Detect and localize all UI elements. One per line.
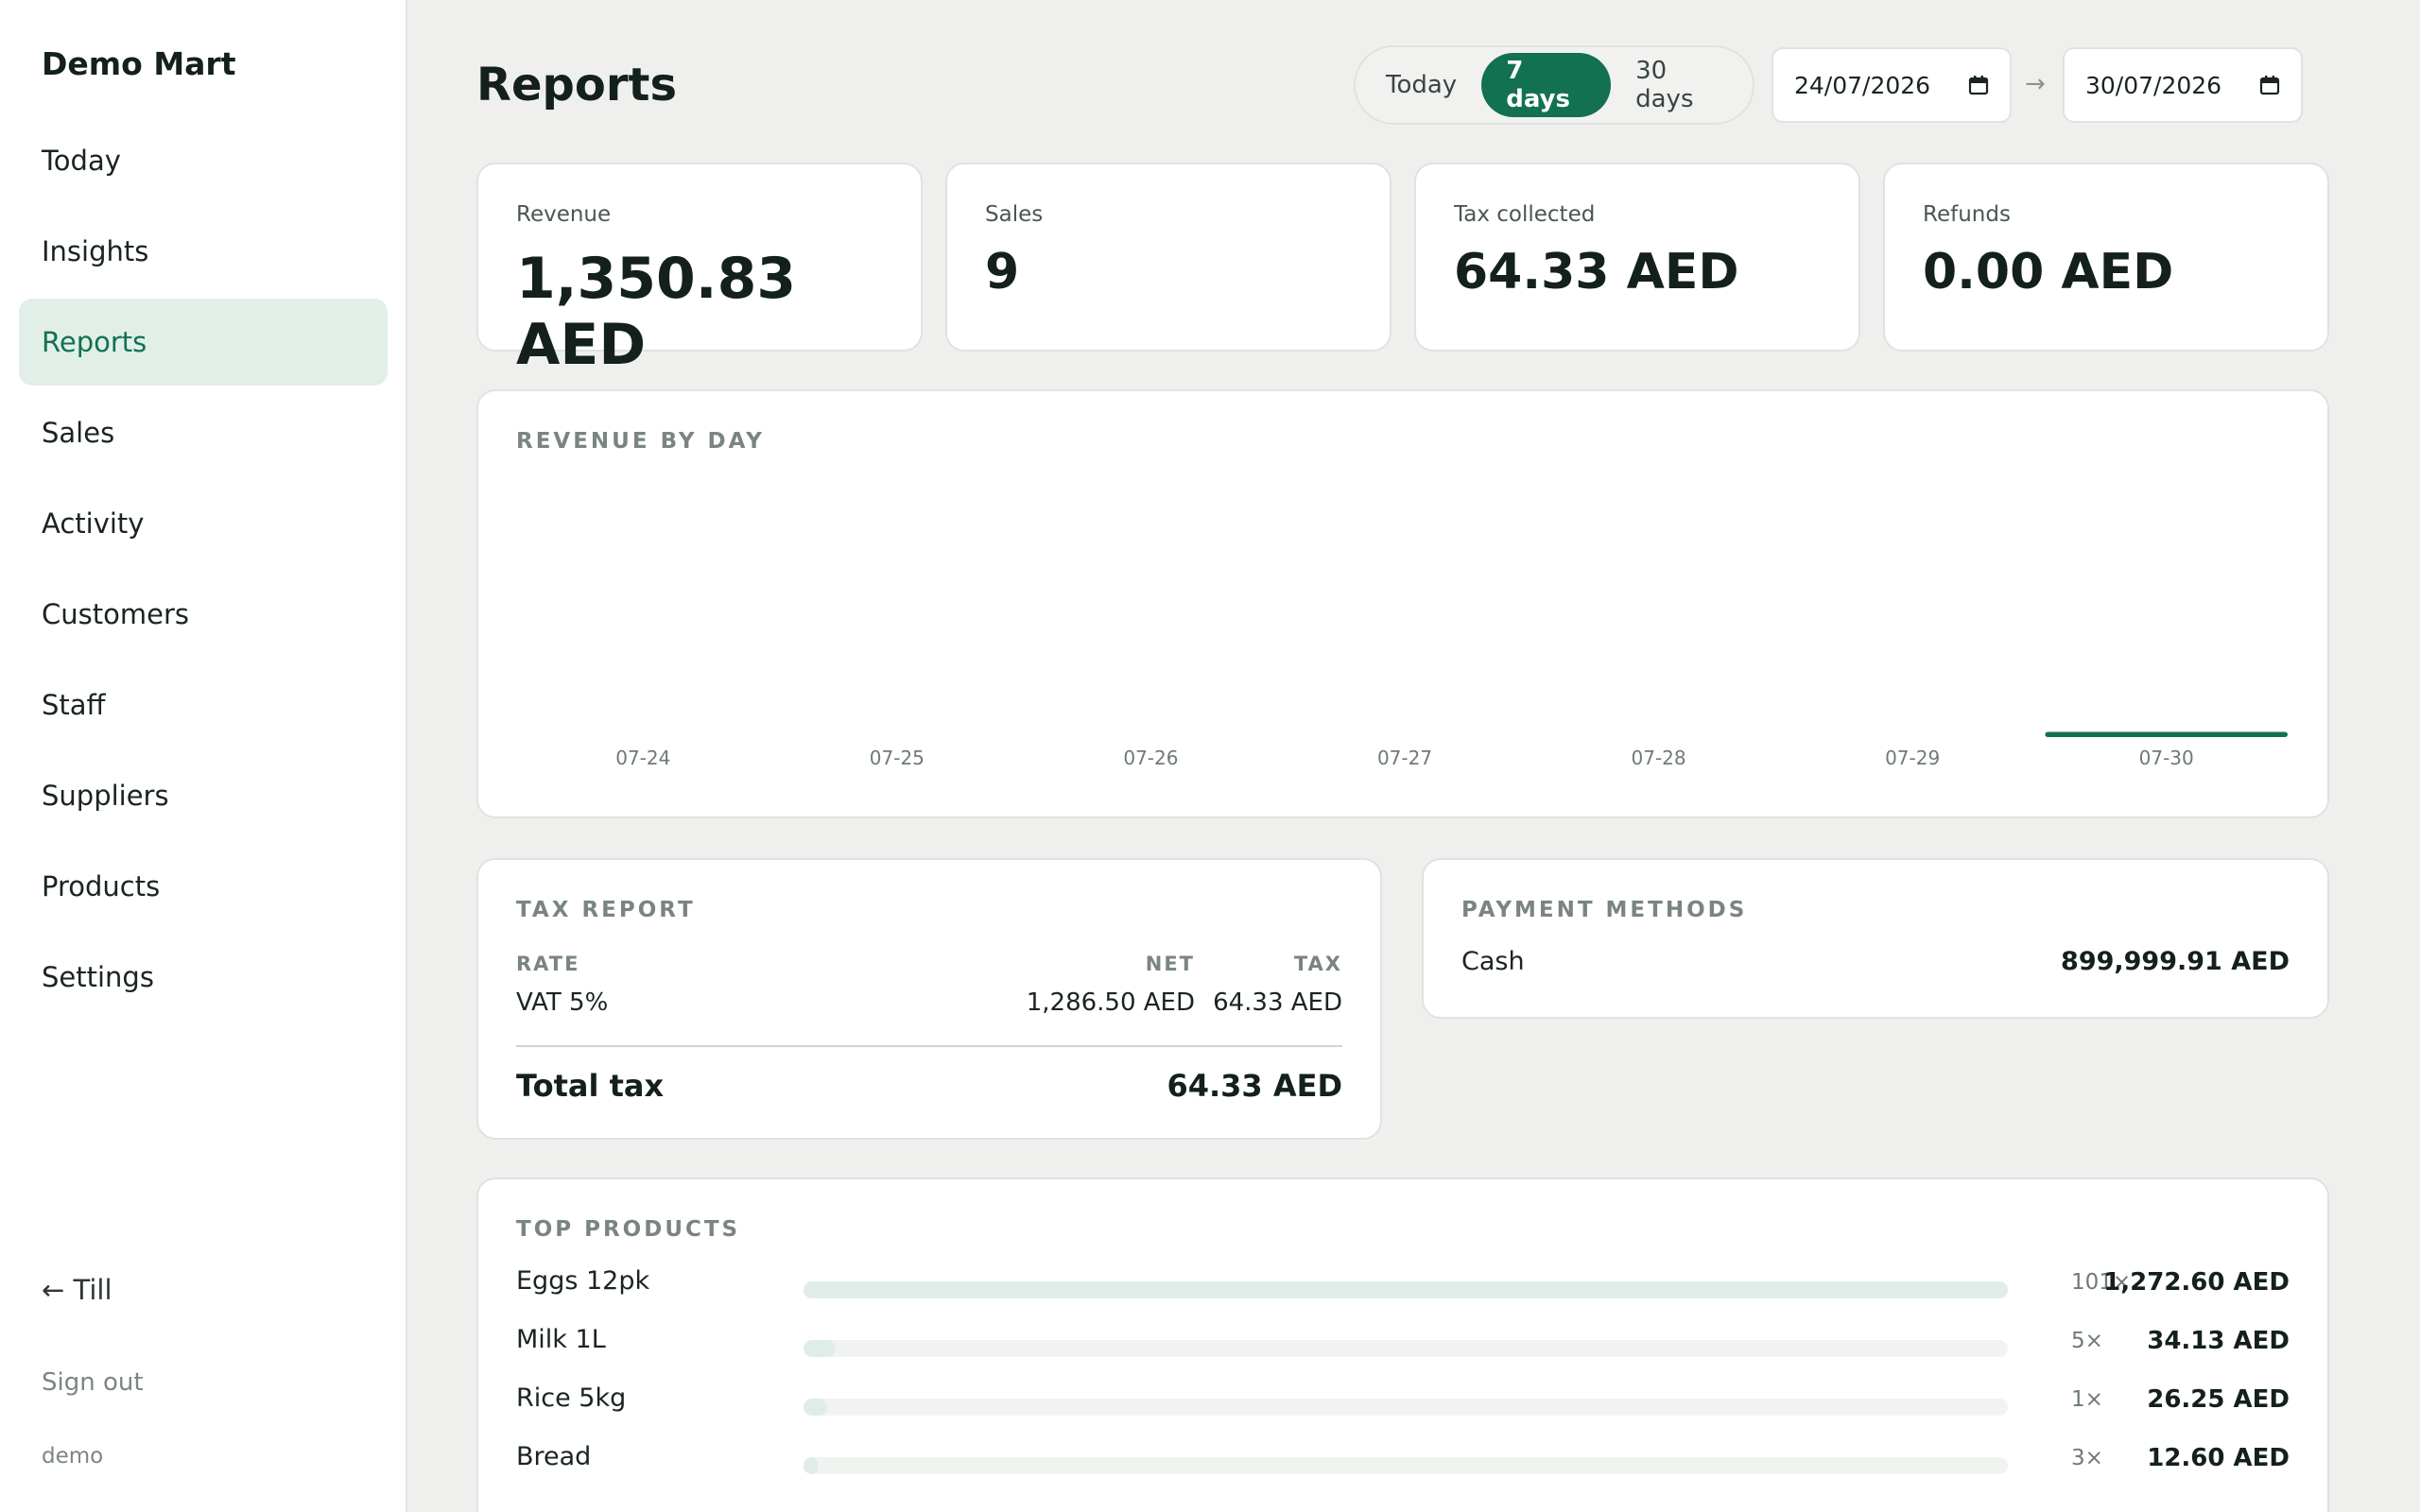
tax-row-net: 1,286.50 AED [1026, 988, 1195, 1017]
product-row: Bread 3× 12.60 AED [516, 1442, 2290, 1480]
product-bar-track [804, 1340, 2008, 1357]
date-to-input[interactable]: 30/07/2026 [2063, 47, 2303, 123]
product-name: Rice 5kg [516, 1383, 627, 1413]
product-name: Bread [516, 1442, 592, 1471]
product-amount: 12.60 AED [2147, 1444, 2290, 1472]
sidebar-item-customers[interactable]: Customers [19, 571, 388, 658]
date-from-value: 24/07/2026 [1794, 71, 1931, 99]
top-products-card: TOP PRODUCTS Eggs 12pk 101× 1,272.60 AED… [476, 1177, 2329, 1512]
tax-header-net: NET [1145, 953, 1195, 975]
sidebar-item-reports[interactable]: Reports [19, 299, 388, 386]
till-link[interactable]: ← Till [42, 1274, 112, 1306]
product-name: Milk 1L [516, 1325, 606, 1354]
date-range-arrow: → [2025, 70, 2046, 98]
tax-total-value: 64.33 AED [1167, 1068, 1342, 1104]
product-bar-track [804, 1399, 2008, 1416]
sidebar-item-products[interactable]: Products [19, 843, 388, 930]
product-row: Milk 1L 5× 34.13 AED [516, 1325, 2290, 1363]
kpi-value: 64.33 AED [1454, 244, 1739, 301]
kpi-card-revenue: Revenue 1,350.83 AED [476, 163, 923, 378]
tax-divider [516, 1045, 1342, 1047]
sidebar-item-today[interactable]: Today [19, 117, 388, 204]
kpi-label: Refunds [1923, 202, 2011, 227]
payment-method-name: Cash [1461, 947, 1525, 976]
revenue-by-day-chart: 07-24 07-25 07-26 07-27 07-28 07-29 07-30 [615, 731, 2288, 769]
sidebar-nav: Today Insights Reports Sales Activity Cu… [19, 117, 388, 1024]
sidebar: Demo Mart Today Insights Reports Sales A… [0, 0, 407, 1512]
product-qty: 5× [2071, 1329, 2103, 1353]
username-label: demo [42, 1444, 104, 1469]
tax-report-card: TAX REPORT RATE NET TAX VAT 5% 1,286.50 … [476, 858, 1382, 1140]
date-from-input[interactable]: 24/07/2026 [1772, 47, 2012, 123]
x-tick-label: 07-25 [870, 747, 925, 769]
product-qty: 1× [2071, 1387, 2103, 1412]
product-bar-fill [804, 1399, 828, 1416]
page-title: Reports [476, 59, 678, 112]
x-tick-label: 07-24 [615, 747, 670, 769]
kpi-value: 0.00 AED [1923, 244, 2174, 301]
brand-name: Demo Mart [42, 45, 236, 82]
tax-total-label: Total tax [516, 1068, 665, 1104]
calendar-icon[interactable] [2259, 75, 2280, 95]
kpi-label: Revenue [516, 202, 612, 227]
payment-methods-title: PAYMENT METHODS [1461, 898, 1748, 922]
x-tick-label: 07-29 [1885, 747, 1940, 769]
sidebar-item-sales[interactable]: Sales [19, 389, 388, 476]
chart-bar [2045, 731, 2288, 737]
kpi-value: 9 [985, 244, 1020, 301]
tax-row-rate: VAT 5% [516, 988, 609, 1017]
product-amount: 26.25 AED [2147, 1385, 2290, 1414]
x-tick-label: 07-30 [2139, 747, 2194, 769]
sidebar-item-suppliers[interactable]: Suppliers [19, 752, 388, 839]
payment-method-amount: 899,999.91 AED [2061, 947, 2290, 976]
product-name: Eggs 12pk [516, 1266, 650, 1296]
payment-methods-card: PAYMENT METHODS Cash 899,999.91 AED [1422, 858, 2329, 1019]
product-bar-track [804, 1457, 2008, 1474]
tax-header-rate: RATE [516, 953, 580, 975]
sidebar-item-settings[interactable]: Settings [19, 934, 388, 1021]
kpi-card-refunds: Refunds 0.00 AED [1883, 163, 2329, 352]
product-bar-fill [804, 1281, 2008, 1298]
kpi-label: Tax collected [1454, 202, 1596, 227]
sign-out-link[interactable]: Sign out [42, 1368, 144, 1397]
calendar-icon[interactable] [1968, 75, 1989, 95]
x-tick-label: 07-26 [1123, 747, 1178, 769]
range-today-button[interactable]: Today [1361, 53, 1481, 117]
kpi-card-tax-collected: Tax collected 64.33 AED [1414, 163, 1860, 352]
revenue-by-day-card: REVENUE BY DAY 07-24 07-25 07-26 07-27 07-28… [476, 389, 2329, 818]
sidebar-item-activity[interactable]: Activity [19, 480, 388, 567]
sidebar-item-insights[interactable]: Insights [19, 208, 388, 295]
product-amount: 1,272.60 AED [2103, 1268, 2290, 1297]
range-30-days-button[interactable]: 30 days [1611, 53, 1747, 117]
date-range-toggle: Today 7 days 30 days [1354, 45, 1754, 125]
product-bar-fill [804, 1457, 819, 1474]
tax-row-tax: 64.33 AED [1213, 988, 1342, 1017]
tax-header-tax: TAX [1293, 953, 1342, 975]
x-tick-label: 07-28 [1632, 747, 1686, 769]
date-to-value: 30/07/2026 [2085, 71, 2222, 99]
top-products-title: TOP PRODUCTS [516, 1217, 741, 1242]
product-amount: 34.13 AED [2147, 1327, 2290, 1355]
kpi-card-sales: Sales 9 [945, 163, 1392, 352]
kpi-value: 1,350.83 AED [516, 246, 797, 378]
product-qty: 3× [2071, 1446, 2103, 1470]
sidebar-item-staff[interactable]: Staff [19, 662, 388, 748]
tax-report-title: TAX REPORT [516, 898, 696, 922]
product-row: Rice 5kg 1× 26.25 AED [516, 1383, 2290, 1421]
kpi-label: Sales [985, 202, 1044, 227]
x-tick-label: 07-27 [1377, 747, 1432, 769]
range-7-days-button[interactable]: 7 days [1481, 53, 1612, 117]
product-row: Eggs 12pk 101× 1,272.60 AED [516, 1266, 2290, 1304]
product-bar-track [804, 1281, 2008, 1298]
product-bar-fill [804, 1340, 837, 1357]
